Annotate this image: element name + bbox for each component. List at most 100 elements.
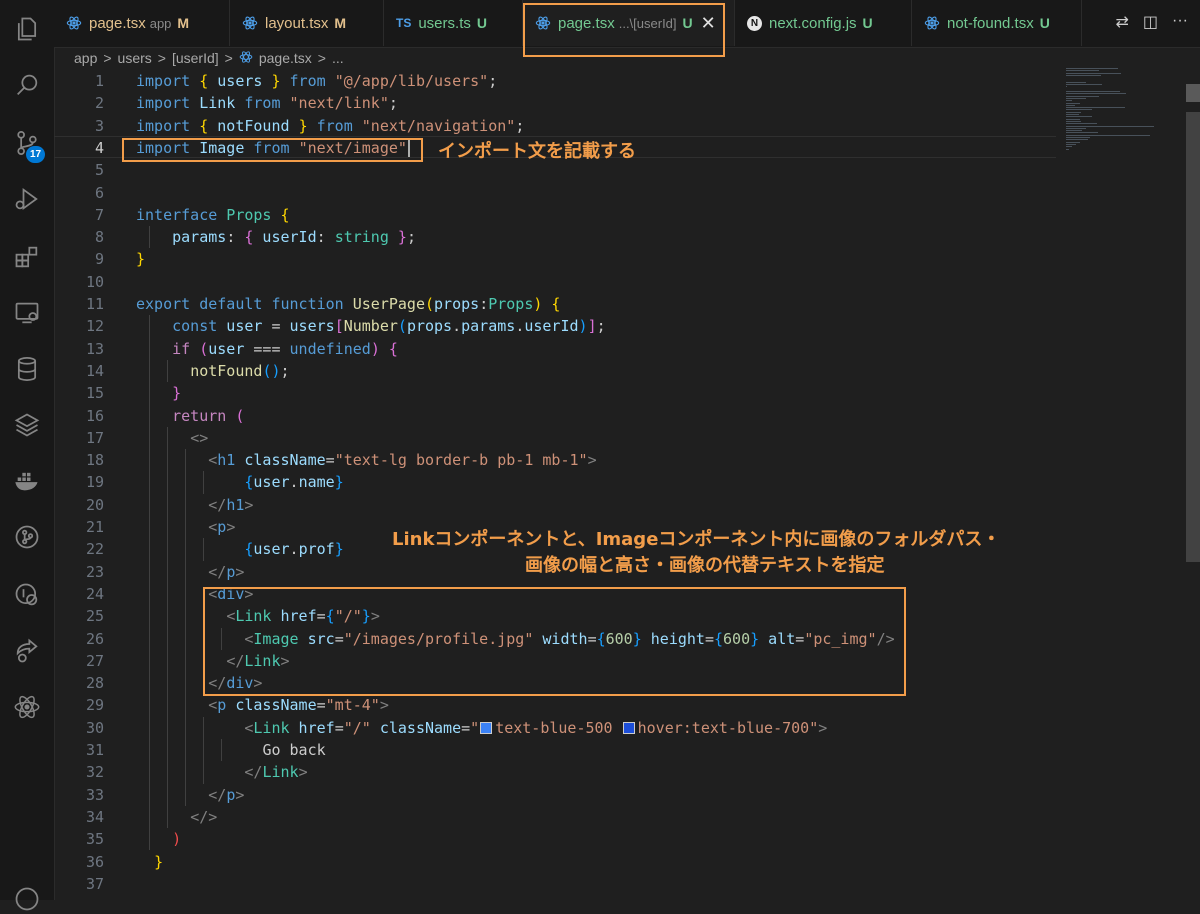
code-line[interactable]: 34 </> <box>54 806 1054 828</box>
tab-page-userid[interactable]: page.tsx ...\[userId] U ✕ <box>523 0 735 46</box>
search-icon[interactable] <box>12 70 42 100</box>
code-line[interactable]: 29 <p className="mt-4"> <box>54 694 1054 716</box>
accounts-icon[interactable] <box>12 884 42 914</box>
code-text: return ( <box>172 406 245 425</box>
code-line[interactable]: 27 </Link> <box>54 650 1054 672</box>
code-line[interactable]: 33 </p> <box>54 784 1054 806</box>
tab-next-config[interactable]: N next.config.js U <box>735 0 912 46</box>
code-line[interactable]: 7 interface Props { <box>54 204 1054 226</box>
code-line[interactable]: 18 <h1 className="text-lg border-b pb-1 … <box>54 449 1054 471</box>
tab-status: U <box>1039 15 1050 31</box>
chevron-right-icon: > <box>103 50 112 66</box>
breadcrumb-symbol[interactable]: ... <box>332 50 344 66</box>
remote-explorer-icon[interactable] <box>12 298 42 328</box>
code-line[interactable]: 17 <> <box>54 427 1054 449</box>
code-line[interactable]: 20 </h1> <box>54 494 1054 516</box>
code-line[interactable]: 36 } <box>54 851 1054 873</box>
code-line[interactable]: 16 return ( <box>54 405 1054 427</box>
database-icon[interactable] <box>12 354 42 384</box>
code-line[interactable]: 14 notFound(); <box>54 360 1054 382</box>
live-share-icon[interactable] <box>12 636 42 666</box>
breadcrumb-users[interactable]: users <box>118 50 152 66</box>
editor-actions: ⇄ ◫ ··· <box>1115 12 1188 32</box>
code-line[interactable]: 32 </Link> <box>54 761 1054 783</box>
code-text: </div> <box>208 674 263 693</box>
code-line[interactable]: 13 if (user === undefined) { <box>54 338 1054 360</box>
chevron-right-icon: > <box>224 50 233 66</box>
line-number: 21 <box>85 518 104 536</box>
indent-guide <box>149 315 150 851</box>
minimap-line <box>1066 72 1122 74</box>
tab-users-ts[interactable]: TS users.ts U <box>384 0 523 46</box>
color-swatch-icon[interactable] <box>480 721 493 734</box>
code-line[interactable]: 28 </div> <box>54 672 1054 694</box>
code-line[interactable]: 9} <box>54 248 1054 270</box>
react-devtools-icon[interactable] <box>12 692 42 722</box>
code-line[interactable]: 10 <box>54 271 1054 293</box>
code-line[interactable]: 19 {user.name} <box>54 471 1054 493</box>
breadcrumb-userid[interactable]: [userId] <box>172 50 219 66</box>
tab-page-app[interactable]: page.tsx app M <box>54 0 230 46</box>
line-number: 23 <box>85 562 104 581</box>
code-line[interactable]: 8 params: { userId: string }; <box>54 226 1054 248</box>
breadcrumb-app[interactable]: app <box>74 50 97 66</box>
tab-status: M <box>177 15 190 31</box>
code-line[interactable]: 24 <div> <box>54 583 1054 605</box>
explorer-icon[interactable] <box>12 14 42 44</box>
git-graph-icon[interactable] <box>12 522 42 552</box>
code-text: <> <box>190 428 209 447</box>
split-editor-icon[interactable]: ◫ <box>1143 12 1158 32</box>
code-line[interactable]: 12 const user = users[Number(props.param… <box>54 315 1054 337</box>
minimap-line <box>1066 125 1154 127</box>
minimap-line <box>1066 139 1088 141</box>
code-line[interactable]: 26 <Image src="/images/profile.jpg" widt… <box>54 628 1054 650</box>
tab-label: next.config.js <box>769 14 857 32</box>
code-line[interactable]: 31 Go back <box>54 739 1054 761</box>
docker-icon[interactable] <box>12 466 42 496</box>
line-number: 31 <box>85 741 104 759</box>
activity-bar: 17 <box>0 0 55 911</box>
scrollbar-thumb[interactable] <box>1186 112 1200 562</box>
tab-status: U <box>682 15 693 31</box>
code-line[interactable]: 37 <box>54 873 1054 895</box>
extensions-icon[interactable] <box>12 242 42 272</box>
indent-guide <box>149 226 150 249</box>
code-text: <div> <box>208 584 254 603</box>
react-icon <box>535 15 551 31</box>
layers-icon[interactable] <box>12 410 42 440</box>
tab-status: U <box>862 15 873 31</box>
code-line[interactable]: 35 ) <box>54 828 1054 850</box>
code-line[interactable]: 1 import { users } from "@/app/lib/users"… <box>54 70 1054 92</box>
run-debug-icon[interactable] <box>12 184 42 214</box>
breadcrumb-file[interactable]: page.tsx <box>259 50 312 66</box>
chevron-right-icon: > <box>157 50 166 66</box>
react-icon <box>242 15 258 31</box>
line-number: 3 <box>94 116 104 135</box>
more-actions-icon[interactable]: ··· <box>1172 12 1188 32</box>
line-number: 18 <box>85 451 104 470</box>
code-line[interactable]: 30 <Link href="/" className=" text-blue-5… <box>54 717 1054 739</box>
compare-changes-icon[interactable]: ⇄ <box>1115 12 1128 32</box>
minimap-line <box>1066 130 1083 132</box>
close-icon[interactable]: ✕ <box>701 13 716 34</box>
tab-label: layout.tsx <box>265 14 329 32</box>
indent-guide <box>203 605 204 673</box>
line-number: 11 <box>85 295 104 313</box>
code-line[interactable]: 11 export default function UserPage(props… <box>54 293 1054 315</box>
tab-layout[interactable]: layout.tsx M <box>230 0 384 46</box>
timeline-icon[interactable] <box>12 580 42 610</box>
code-line[interactable]: 6 <box>54 182 1054 204</box>
code-line[interactable]: 25 <Link href={"/"}> <box>54 605 1054 627</box>
code-text: </h1> <box>208 495 254 514</box>
code-line[interactable]: 2 import Link from "next/link"; <box>54 92 1054 114</box>
code-line[interactable]: 3 import { notFound } from "next/navigati… <box>54 115 1054 137</box>
tab-description: app <box>149 15 172 31</box>
line-number: 16 <box>85 406 104 425</box>
color-swatch-icon[interactable] <box>622 721 635 734</box>
code-editor[interactable]: 1 import { users } from "@/app/lib/users"… <box>54 70 1200 900</box>
tab-not-found[interactable]: not-found.tsx U <box>912 0 1082 46</box>
minimap[interactable] <box>1066 68 1156 158</box>
minimap-line <box>1066 132 1099 134</box>
line-number: 13 <box>85 339 104 358</box>
code-line[interactable]: 15 } <box>54 382 1054 404</box>
